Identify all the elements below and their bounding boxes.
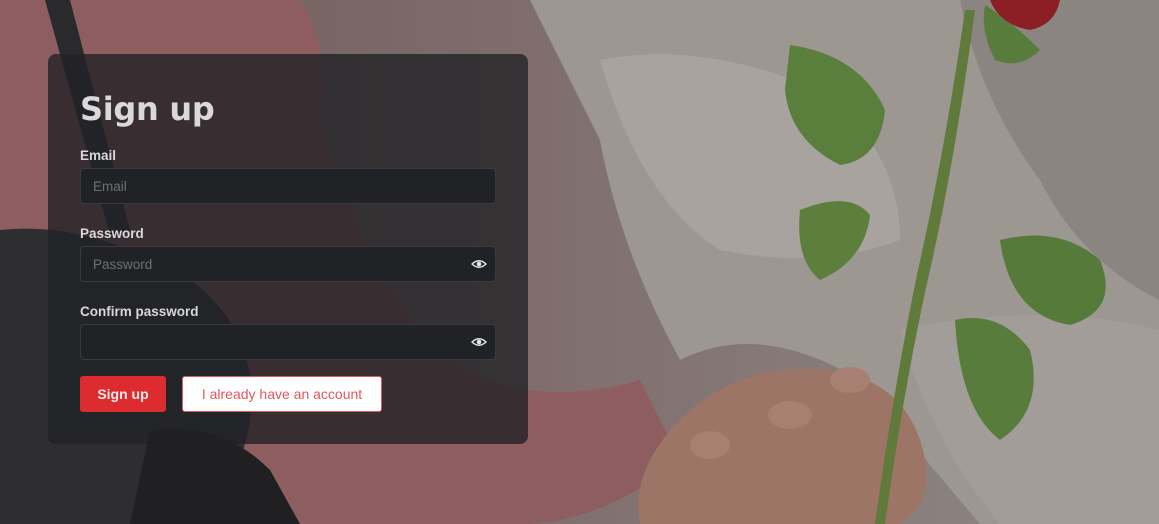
password-input[interactable] bbox=[80, 246, 496, 282]
page-title: Sign up bbox=[80, 90, 215, 128]
password-field-group: Password bbox=[80, 226, 496, 282]
password-label: Password bbox=[80, 226, 144, 241]
login-link-button[interactable]: I already have an account bbox=[182, 376, 382, 412]
confirm-password-input[interactable] bbox=[80, 324, 496, 360]
eye-icon[interactable] bbox=[470, 256, 488, 272]
email-input-wrapper bbox=[80, 168, 496, 204]
confirm-password-label: Confirm password bbox=[80, 304, 199, 319]
password-input-wrapper bbox=[80, 246, 496, 282]
form-actions: Sign up I already have an account bbox=[80, 376, 496, 412]
email-field-group: Email bbox=[80, 148, 496, 204]
signup-card: Sign up Email Password Confirm password bbox=[48, 54, 528, 444]
eye-icon[interactable] bbox=[470, 334, 488, 350]
sign-up-button[interactable]: Sign up bbox=[80, 376, 166, 412]
confirm-password-input-wrapper bbox=[80, 324, 496, 360]
email-input[interactable] bbox=[80, 168, 496, 204]
email-label: Email bbox=[80, 148, 117, 163]
confirm-password-field-group: Confirm password bbox=[80, 304, 496, 360]
